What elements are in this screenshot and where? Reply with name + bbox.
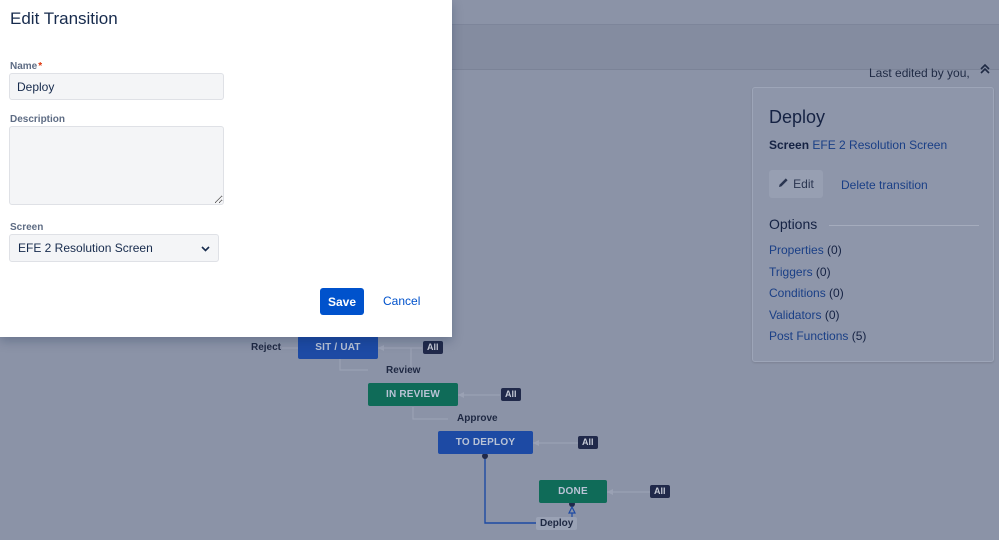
screen-select[interactable]: EFE 2 Resolution Screen	[9, 234, 219, 262]
cancel-button[interactable]: Cancel	[383, 294, 420, 308]
status-sit-uat[interactable]: SIT / UAT	[298, 336, 378, 359]
transition-label-approve[interactable]: Approve	[457, 413, 498, 424]
description-input[interactable]	[9, 126, 224, 205]
option-count: (0)	[815, 264, 831, 279]
option-count: (0)	[829, 286, 844, 300]
dialog-title: Edit Transition	[10, 9, 118, 28]
transition-details-panel: Deploy Screen EFE 2 Resolution Screen Ed…	[752, 87, 994, 362]
name-input[interactable]	[9, 73, 224, 100]
transition-label-deploy[interactable]: Deploy	[536, 517, 578, 530]
required-marker: *	[38, 61, 43, 72]
status-in-review[interactable]: IN REVIEW	[368, 383, 458, 406]
all-transition-badge[interactable]: All	[501, 388, 521, 401]
options-divider	[829, 225, 979, 226]
all-transition-badge[interactable]: All	[578, 436, 598, 449]
save-button[interactable]: Save	[320, 288, 364, 315]
delete-transition-link[interactable]: Delete transition	[841, 178, 928, 192]
transition-screen-info: Screen EFE 2 Resolution Screen	[769, 138, 947, 152]
edit-transition-button[interactable]: Edit	[769, 170, 823, 198]
option-link[interactable]: Validators	[769, 308, 821, 322]
option-link[interactable]: Conditions	[769, 286, 826, 300]
option-post-functions: Post Functions (5)	[769, 329, 866, 351]
status-done[interactable]: DONE	[539, 480, 607, 503]
all-transition-badge[interactable]: All	[650, 485, 670, 498]
transition-title: Deploy	[769, 107, 826, 127]
all-transition-badge[interactable]: All	[423, 341, 443, 354]
option-link[interactable]: Post Functions	[769, 329, 848, 343]
option-properties: Properties (0)	[769, 243, 866, 265]
edit-label: Edit	[793, 177, 814, 191]
screen-label: Screen	[769, 138, 810, 152]
screen-select-value: EFE 2 Resolution Screen	[18, 241, 153, 255]
option-triggers: Triggers (0)	[769, 265, 866, 287]
screen-label: Screen	[10, 222, 44, 233]
transition-label-reject[interactable]: Reject	[251, 342, 281, 353]
name-label: Name*	[10, 61, 42, 72]
option-validators: Validators (0)	[769, 308, 866, 330]
options-list: Properties (0) Triggers (0) Conditions (…	[769, 243, 866, 351]
description-label: Description	[10, 114, 66, 125]
name-label-text: Name	[10, 61, 38, 72]
option-count: (0)	[827, 243, 842, 257]
status-to-deploy[interactable]: TO DEPLOY	[438, 431, 533, 454]
screen-link[interactable]: EFE 2 Resolution Screen	[812, 138, 947, 152]
option-count: (0)	[824, 307, 840, 322]
pencil-icon	[778, 177, 789, 191]
edit-transition-dialog: Edit Transition Name* Description Screen…	[0, 0, 452, 337]
transition-label-review[interactable]: Review	[386, 365, 420, 376]
option-link[interactable]: Properties	[769, 243, 824, 257]
option-link[interactable]: Triggers	[769, 265, 813, 279]
options-heading: Options	[769, 216, 818, 232]
option-conditions: Conditions (0)	[769, 286, 866, 308]
option-count: (5)	[851, 329, 867, 343]
chevron-down-icon	[201, 241, 210, 255]
